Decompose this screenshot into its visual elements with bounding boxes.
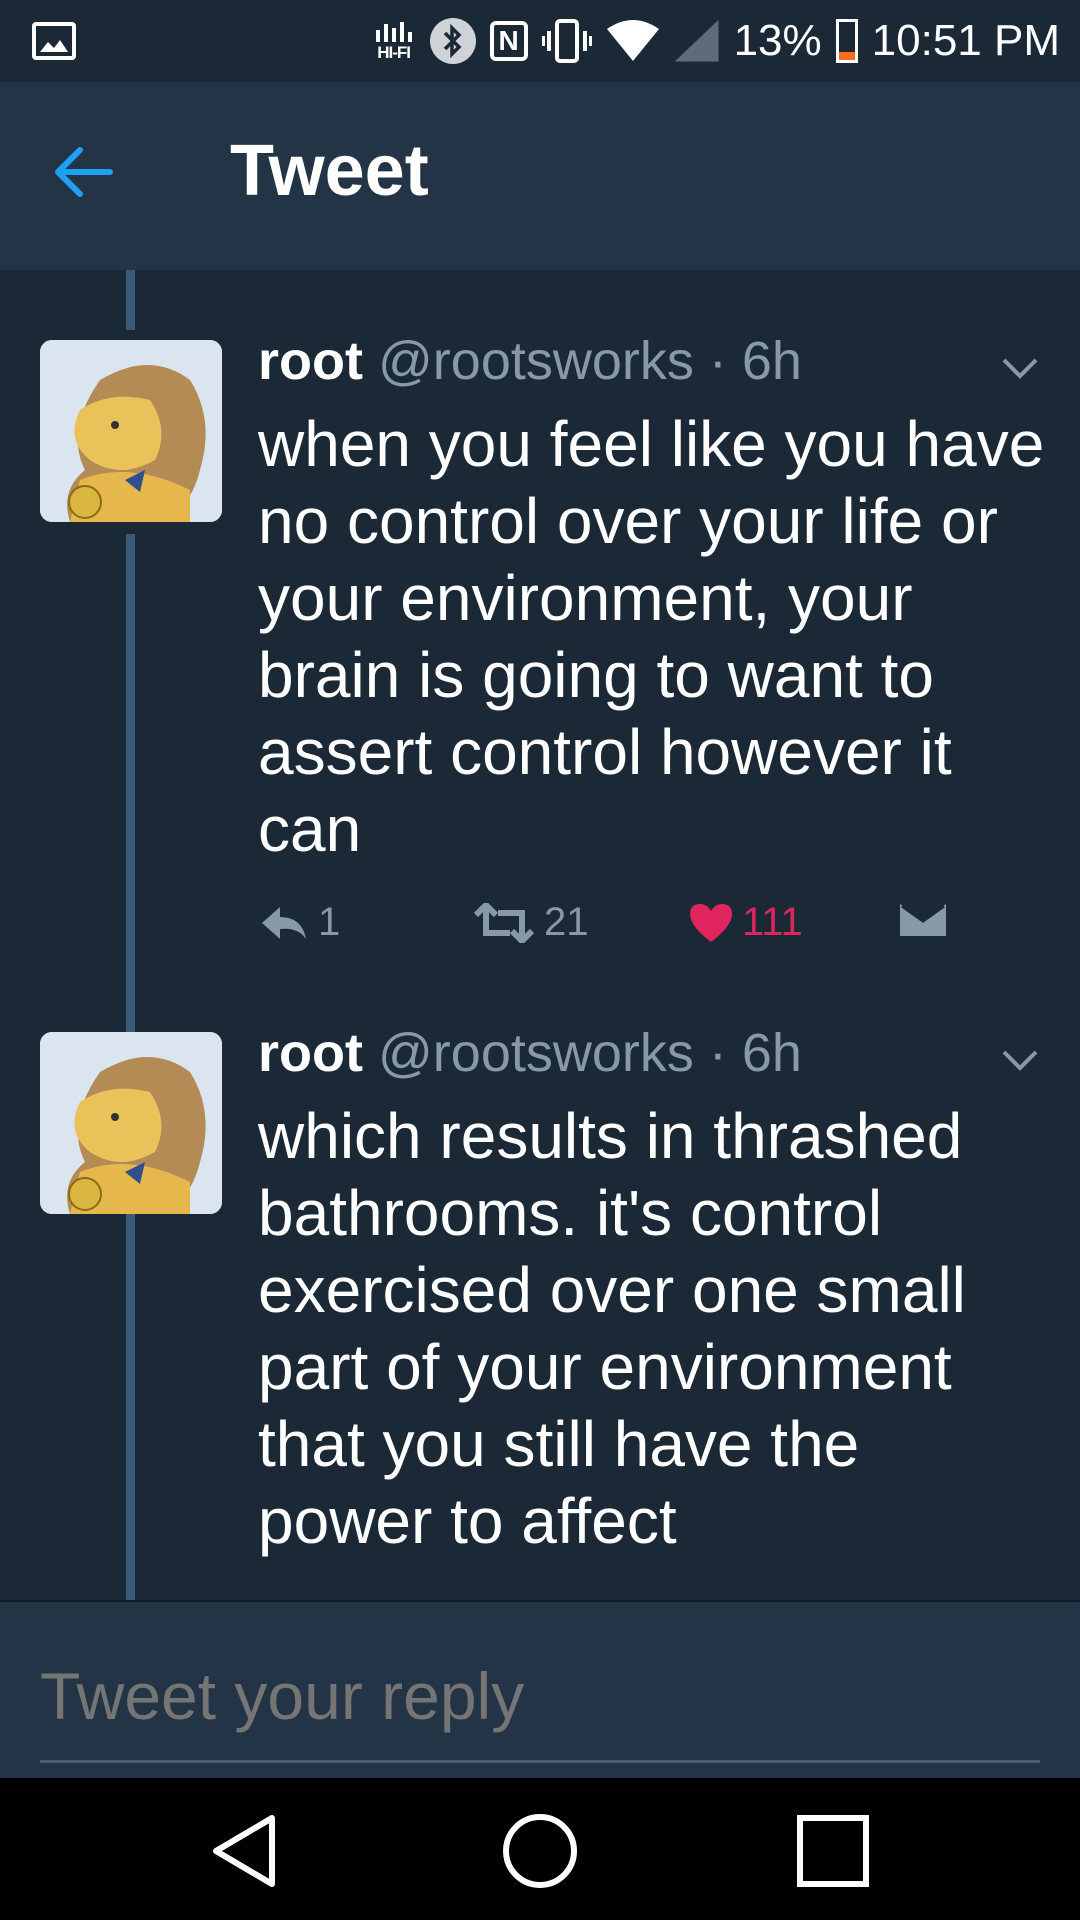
direct-message-icon <box>900 904 946 936</box>
image-icon <box>32 22 76 60</box>
tweet-meta: root @rootsworks · 6h <box>258 330 802 392</box>
avatar[interactable] <box>40 340 222 522</box>
status-icons: HI-FI N 13% 10:51 PM <box>372 10 1060 72</box>
like-button[interactable]: 111 <box>688 900 803 945</box>
avatar-lion <box>40 340 222 522</box>
chevron-down-icon[interactable] <box>1000 1048 1040 1074</box>
hifi-label: HI-FI <box>377 42 411 62</box>
chevron-down-icon[interactable] <box>1000 356 1040 382</box>
signal-icon <box>674 19 719 62</box>
direct-message-button[interactable] <box>898 900 948 940</box>
tweet-meta: root @rootsworks · 6h <box>258 1022 802 1084</box>
tweet[interactable]: root @rootsworks · 6h which results in t… <box>0 962 1080 1600</box>
handle-time: @rootsworks · 6h <box>377 1023 802 1083</box>
battery-icon <box>835 19 858 63</box>
reply-count: 1 <box>318 900 341 944</box>
vibrate-icon <box>541 19 592 63</box>
status-bar: HI-FI N 13% 10:51 PM <box>0 0 1080 82</box>
nfc-icon: N <box>489 21 528 61</box>
tweet-text: when you feel like you have no control o… <box>258 408 1045 865</box>
display-name[interactable]: root <box>258 331 363 391</box>
retweet-count: 21 <box>544 900 589 944</box>
input-underline <box>40 1760 1040 1763</box>
nav-recents-icon[interactable] <box>788 1806 878 1896</box>
app-bar: Tweet <box>0 82 1080 270</box>
clock: 10:51 PM <box>871 16 1060 65</box>
like-count: 111 <box>742 900 803 944</box>
tweet[interactable]: root @rootsworks · 6h when you feel like… <box>0 270 1080 962</box>
retweet-icon <box>473 902 535 943</box>
reply-button[interactable]: 1 <box>258 900 340 945</box>
nfc-label: N <box>498 25 519 56</box>
wifi-icon <box>606 20 659 61</box>
heart-icon <box>690 903 732 942</box>
retweet-button[interactable]: 21 <box>472 900 589 945</box>
reply-input[interactable] <box>40 1656 1040 1736</box>
tweet-thread: root @rootsworks · 6h when you feel like… <box>0 270 1080 1600</box>
avatar[interactable] <box>40 1032 222 1214</box>
handle-time: @rootsworks · 6h <box>377 331 802 391</box>
battery-percent: 13% <box>733 16 822 65</box>
reply-composer <box>0 1600 1080 1780</box>
nav-back-icon[interactable] <box>202 1806 292 1896</box>
display-name[interactable]: root <box>258 1023 363 1083</box>
navigation-bar <box>0 1778 1080 1920</box>
hifi-icon: HI-FI <box>372 21 416 62</box>
tweet-actions: 1 21 111 <box>258 900 978 960</box>
nav-home-icon[interactable] <box>495 1806 585 1896</box>
reply-icon <box>262 906 306 939</box>
avatar-lion <box>40 1032 222 1214</box>
back-arrow-icon[interactable] <box>50 144 114 200</box>
tweet-text: which results in thrashed bathrooms. it'… <box>258 1100 966 1557</box>
bluetooth-icon <box>429 18 476 64</box>
page-title: Tweet <box>230 131 429 211</box>
